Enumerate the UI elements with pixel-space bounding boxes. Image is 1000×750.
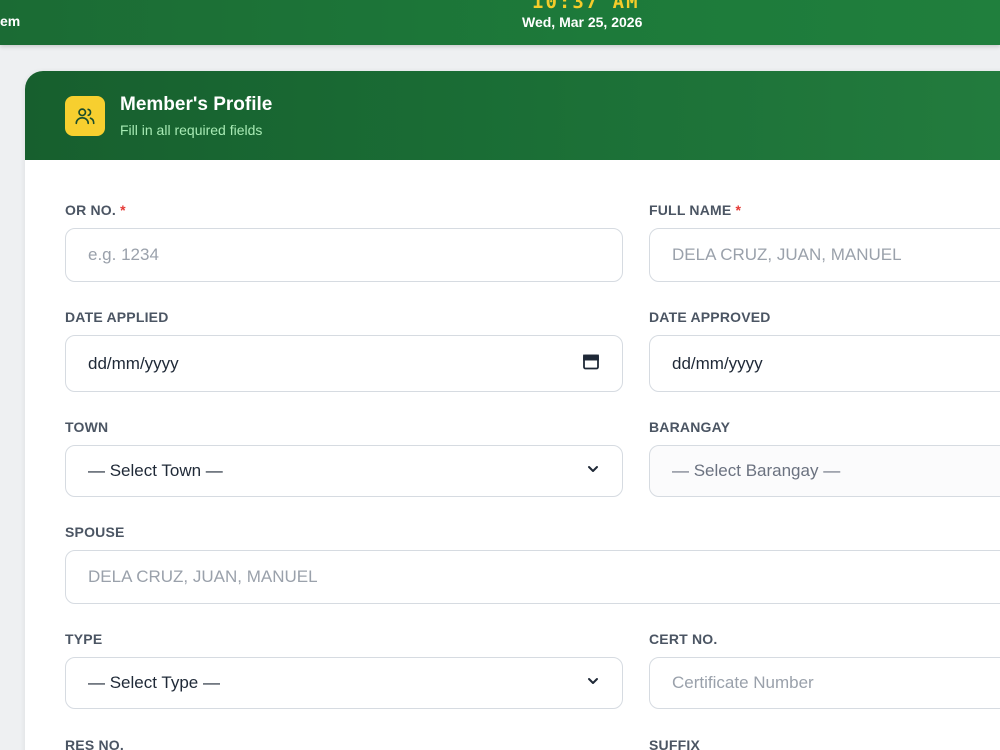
date-approved-label: DATE APPROVED [649, 309, 771, 325]
date-approved-input[interactable]: dd/mm/yyyy [649, 335, 1000, 392]
card-title: Member's Profile [120, 94, 273, 115]
chevron-down-icon [586, 673, 600, 693]
full-name-placeholder: DELA CRUZ, JUAN, MANUEL [672, 245, 902, 264]
date-approved-value: dd/mm/yyyy [672, 353, 763, 373]
or-no-label: OR NO. * [65, 202, 126, 218]
member-profile-card: Member's Profile Fill in all required fi… [25, 71, 1000, 750]
date-applied-label: DATE APPLIED [65, 309, 169, 325]
type-label: TYPE [65, 631, 103, 647]
card-subtitle: Fill in all required fields [120, 122, 263, 138]
type-selected: — Select Type — [88, 673, 220, 692]
cert-no-input[interactable]: Certificate Number [649, 657, 1000, 709]
suffix-label: SUFFIX [649, 737, 700, 750]
full-name-input[interactable]: DELA CRUZ, JUAN, MANUEL [649, 228, 1000, 282]
barangay-select[interactable]: — Select Barangay — [649, 445, 1000, 497]
full-name-label: FULL NAME * [649, 202, 742, 218]
spouse-placeholder: DELA CRUZ, JUAN, MANUEL [88, 567, 318, 586]
barangay-selected: — Select Barangay — [672, 461, 841, 480]
cert-no-label: CERT NO. [649, 631, 718, 647]
required-marker: * [120, 202, 126, 218]
town-selected: — Select Town — [88, 461, 223, 480]
spouse-input[interactable]: DELA CRUZ, JUAN, MANUEL [65, 550, 1000, 604]
calendar-icon[interactable] [582, 352, 600, 375]
cert-no-placeholder: Certificate Number [672, 673, 814, 692]
top-bar: em 10:37 AM Wed, Mar 25, 2026 [0, 0, 1000, 45]
town-label: TOWN [65, 419, 109, 435]
users-icon [65, 96, 105, 136]
date-applied-input[interactable]: dd/mm/yyyy [65, 335, 623, 392]
date-applied-value: dd/mm/yyyy [88, 353, 179, 373]
or-no-placeholder: e.g. 1234 [88, 245, 159, 264]
system-title: em [0, 13, 21, 29]
town-select[interactable]: — Select Town — [65, 445, 623, 497]
type-select[interactable]: — Select Type — [65, 657, 623, 709]
or-no-input[interactable]: e.g. 1234 [65, 228, 623, 282]
required-marker: * [735, 202, 742, 218]
card-header: Member's Profile Fill in all required fi… [25, 71, 1000, 160]
res-no-label: RES NO. [65, 737, 124, 750]
barangay-label: BARANGAY [649, 419, 731, 435]
spouse-label: SPOUSE [65, 524, 125, 540]
clock-date: Wed, Mar 25, 2026 [522, 14, 643, 30]
chevron-down-icon [586, 461, 600, 481]
clock-time: 10:37 AM [532, 0, 640, 13]
